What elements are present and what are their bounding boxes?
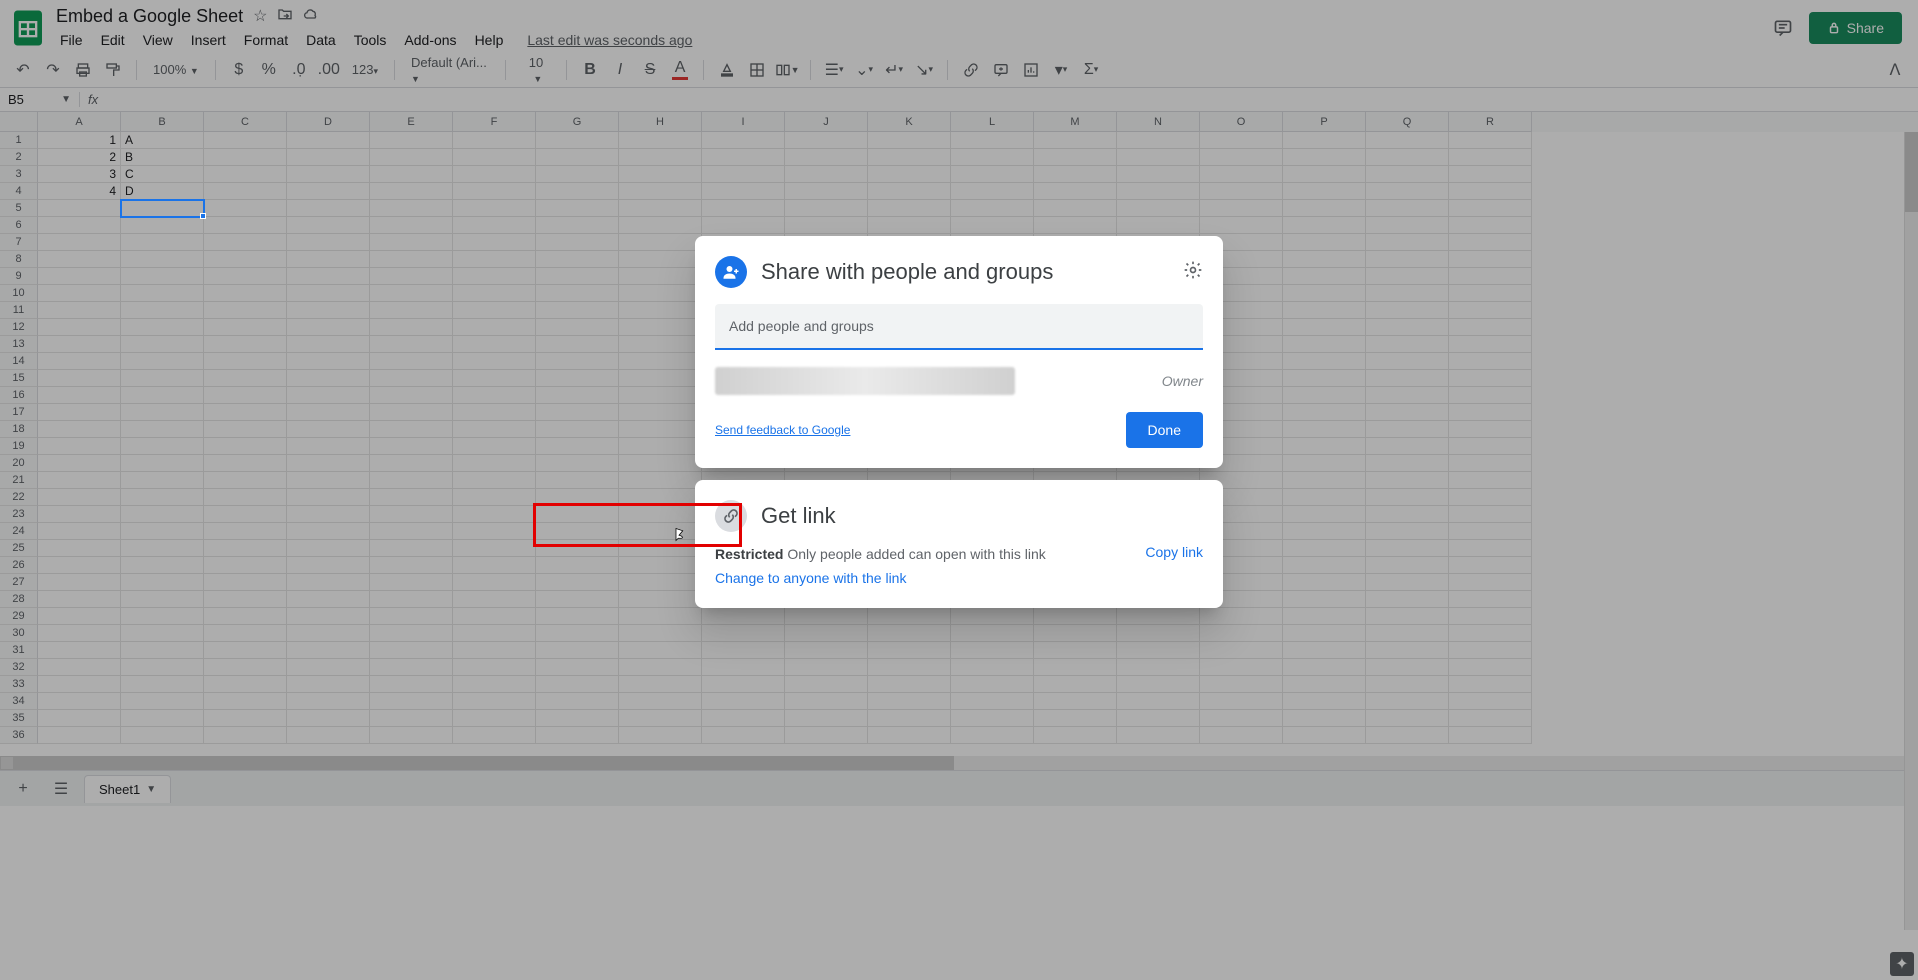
owner-role-label: Owner xyxy=(1162,373,1203,389)
owner-row: Owner xyxy=(715,360,1203,402)
share-modal: Share with people and groups Owner Send … xyxy=(695,236,1223,468)
link-icon xyxy=(715,500,747,532)
done-button[interactable]: Done xyxy=(1126,412,1203,448)
person-add-icon xyxy=(715,256,747,288)
copy-link-button[interactable]: Copy link xyxy=(1145,544,1203,560)
add-people-input[interactable] xyxy=(715,304,1203,350)
owner-info-blurred xyxy=(715,367,1015,395)
link-access-description: Only people added can open with this lin… xyxy=(787,546,1045,562)
get-link-modal: Get link Restricted Only people added ca… xyxy=(695,480,1223,608)
feedback-link[interactable]: Send feedback to Google xyxy=(715,423,850,437)
cursor-pointer-icon xyxy=(670,527,688,545)
modal-overlay[interactable]: Share with people and groups Owner Send … xyxy=(0,0,1918,980)
link-restricted-label: Restricted xyxy=(715,546,783,562)
change-to-anyone-link[interactable]: Change to anyone with the link xyxy=(715,568,906,588)
gear-icon[interactable] xyxy=(1183,260,1203,285)
get-link-title: Get link xyxy=(761,503,1203,529)
share-modal-title: Share with people and groups xyxy=(761,259,1169,285)
cell[interactable] xyxy=(121,200,204,217)
